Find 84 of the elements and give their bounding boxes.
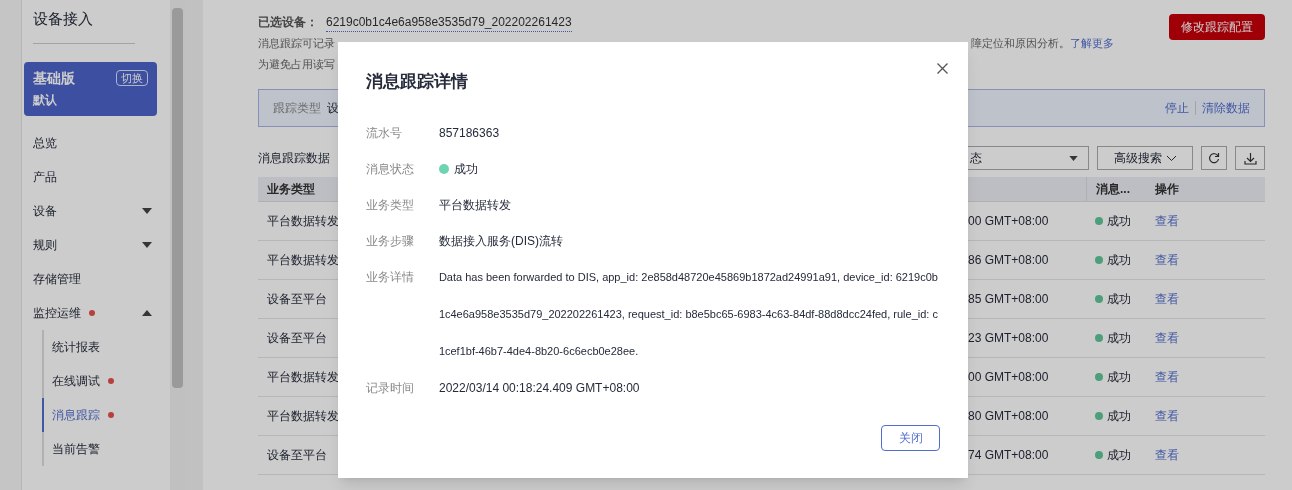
sidebar-item[interactable]: 设备 xyxy=(22,193,170,228)
sidebar-item[interactable]: 总览 xyxy=(22,125,170,160)
info-action-link[interactable]: 清除数据 xyxy=(1202,99,1250,117)
section-title: 消息跟踪数据 xyxy=(258,150,330,167)
table-cell-text: 设备至平台 xyxy=(266,330,328,347)
field-label: 业务步骤 xyxy=(366,232,415,250)
view-link[interactable]: 查看 xyxy=(1155,329,1179,347)
caret-down-icon xyxy=(142,207,152,214)
table-cell-text: 平台数据转发 xyxy=(266,369,340,386)
field-label: 业务详情 xyxy=(366,268,415,286)
device-id-link[interactable]: 6219c0b1c4e6a958e3535d79_202202261423 xyxy=(326,12,572,32)
column-header: 业务类型 xyxy=(266,181,316,198)
field-label: 业务类型 xyxy=(366,196,415,214)
view-link[interactable]: 查看 xyxy=(1155,251,1179,269)
info-value: 设 xyxy=(327,100,339,117)
field-value: 857186363 xyxy=(439,124,500,142)
notice-text: 为避免占用读写 xyxy=(258,56,335,72)
table-cell-text: 成功 xyxy=(1107,291,1131,308)
table-cell-text: 成功 xyxy=(1107,447,1131,464)
view-link[interactable]: 查看 xyxy=(1155,407,1179,425)
switch-button[interactable]: 切换 xyxy=(116,70,148,86)
config-button[interactable]: 修改跟踪配置 xyxy=(1169,14,1265,40)
view-link[interactable]: 查看 xyxy=(1155,368,1179,386)
table-cell-text: 设备至平台 xyxy=(266,447,328,464)
download-button[interactable] xyxy=(1235,146,1265,170)
field-label: 记录时间 xyxy=(366,379,415,397)
sidebar-subitem[interactable]: 统计报表 xyxy=(42,329,170,364)
column-header: 消息... xyxy=(1086,177,1146,201)
field-label: 流水号 xyxy=(366,124,403,142)
table-cell-text: 成功 xyxy=(1107,369,1131,386)
description-text: 消息跟踪可记录 xyxy=(258,35,335,51)
table-cell-text: 86 GMT+08:00 xyxy=(968,252,1050,269)
caret-down-icon xyxy=(1069,155,1078,161)
refresh-icon xyxy=(1208,152,1220,164)
sidebar-item[interactable]: 规则 xyxy=(22,227,170,262)
edition-subtitle: 默认 xyxy=(33,91,58,109)
close-button[interactable] xyxy=(934,60,950,76)
table-cell-text: 平台数据转发 xyxy=(266,252,340,269)
caret-up-icon xyxy=(142,309,152,316)
sidebar-title: 设备接入 xyxy=(33,9,94,29)
field-value: Data has been forwarded to DIS, app_id: 2e858d48720e45869b1872ad24991a91, device_id: 6219c0b1c4e6a958e3535d79_202202261423, request_id: b8e5bc65-6983-4c63-84df-88d8dcc24fed, rule_id: c1cef1bf-46b7-4de4-8b20-6c6ecb0e28ee. xyxy=(438,269,939,359)
learn-more-link[interactable]: 了解更多 xyxy=(1070,34,1114,52)
table-cell-text: 设备至平台 xyxy=(266,291,328,308)
info-action-link[interactable]: 停止 xyxy=(1165,99,1189,117)
field-value: 成功 xyxy=(454,160,478,178)
caret-down-icon xyxy=(142,241,152,248)
view-link[interactable]: 查看 xyxy=(1155,212,1179,230)
sidebar-item[interactable]: 监控运维 xyxy=(22,295,170,330)
table-cell-text: 00 GMT+08:00 xyxy=(968,213,1050,230)
dialog-title: 消息跟踪详情 xyxy=(366,71,468,93)
table-cell-text: 平台数据转发 xyxy=(266,213,340,230)
table-cell-text: 成功 xyxy=(1107,330,1131,347)
chevron-down-icon xyxy=(1165,154,1177,162)
info-label: 跟踪类型 xyxy=(273,100,321,117)
close-icon xyxy=(936,62,948,74)
table-cell-text: 成功 xyxy=(1107,408,1131,425)
sidebar-item[interactable]: 产品 xyxy=(22,159,170,194)
field-value: 平台数据转发 xyxy=(439,196,511,214)
close-button[interactable]: 关闭 xyxy=(881,425,940,451)
sidebar-subitem[interactable]: 当前告警 xyxy=(42,431,170,466)
table-cell-text: 23 GMT+08:00 xyxy=(968,330,1050,347)
device-label: 已选设备： xyxy=(258,14,319,31)
sidebar-subitem[interactable]: 在线调试 xyxy=(42,363,170,398)
table-cell-text: 85 GMT+08:00 xyxy=(968,291,1050,308)
table-cell-text: 成功 xyxy=(1107,213,1131,230)
view-link[interactable]: 查看 xyxy=(1155,290,1179,308)
scrollbar[interactable] xyxy=(170,0,185,490)
field-value: 2022/03/14 00:18:24.409 GMT+08:00 xyxy=(439,379,640,397)
sidebar-item[interactable]: 存储管理 xyxy=(22,261,170,296)
table-cell-text: 80 GMT+08:00 xyxy=(968,408,1050,425)
table-cell-text: 74 GMT+08:00 xyxy=(968,447,1050,464)
download-icon xyxy=(1243,151,1257,165)
refresh-button[interactable] xyxy=(1201,146,1227,170)
description-text: 障定位和原因分析。 xyxy=(971,35,1070,51)
view-link[interactable]: 查看 xyxy=(1155,446,1179,464)
table-cell-text: 00 GMT+08:00 xyxy=(968,369,1050,386)
advanced-search-button[interactable]: 高级搜索 xyxy=(1097,146,1193,170)
edition-name: 基础版 xyxy=(33,68,75,88)
column-header: 操作 xyxy=(1154,181,1179,198)
table-cell-text: 成功 xyxy=(1107,252,1131,269)
table-cell-text: 平台数据转发 xyxy=(266,408,340,425)
field-label: 消息状态 xyxy=(366,160,415,178)
field-value: 数据接入服务(DIS)流转 xyxy=(439,232,563,250)
status-select[interactable]: 态 xyxy=(967,146,1089,170)
